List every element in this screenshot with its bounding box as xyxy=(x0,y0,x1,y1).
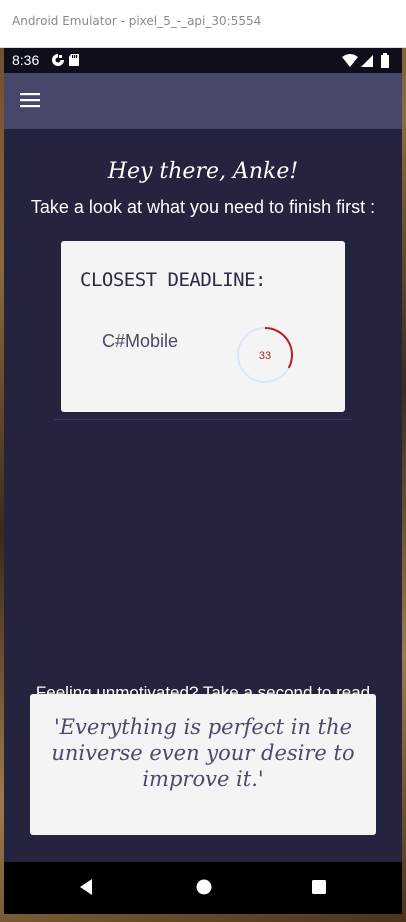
app-bar xyxy=(4,73,402,129)
signal-icon xyxy=(361,55,373,67)
status-left-icons xyxy=(51,53,83,70)
status-bar: 8:36 xyxy=(4,48,402,73)
status-right-icons xyxy=(342,53,394,71)
menu-button[interactable] xyxy=(20,91,44,111)
days-left-value: 33 xyxy=(259,350,271,362)
home-button[interactable] xyxy=(195,878,213,900)
deadline-subtitle: Take a look at what you need to finish f… xyxy=(30,197,376,217)
back-button[interactable] xyxy=(78,878,94,900)
closest-deadline-card[interactable]: CLOSEST DEADLINE: C#Mobile 33 xyxy=(61,241,345,412)
sd-card-icon xyxy=(69,54,79,66)
recents-button[interactable] xyxy=(310,878,328,900)
android-nav-bar xyxy=(4,862,402,914)
home-circle-icon xyxy=(196,879,212,895)
battery-icon xyxy=(381,53,389,68)
deadline-card-title: CLOSEST DEADLINE: xyxy=(80,269,266,291)
deadline-course-name: C#Mobile xyxy=(102,331,179,351)
emulator-window-title: Android Emulator - pixel_5_-_api_30:5554 xyxy=(0,0,406,48)
back-triangle-icon xyxy=(80,879,92,895)
hamburger-menu-icon xyxy=(20,93,40,108)
days-left-progress-ring: 33 xyxy=(237,327,293,383)
progress-ring-arc xyxy=(264,327,293,369)
data-saver-icon xyxy=(52,54,64,66)
recents-square-icon xyxy=(312,880,326,894)
greeting-heading: Hey there, Anke! xyxy=(107,159,299,184)
phone-screen: 8:36 Hey there, Anke! Take a look at wha… xyxy=(4,48,402,914)
wifi-icon xyxy=(342,54,358,67)
quote-card: 'Everything is perfect in the universe e… xyxy=(30,694,376,835)
motivational-quote: 'Everything is perfect in the universe e… xyxy=(51,715,355,791)
status-time: 8:36 xyxy=(12,52,40,68)
card-divider xyxy=(54,419,352,420)
